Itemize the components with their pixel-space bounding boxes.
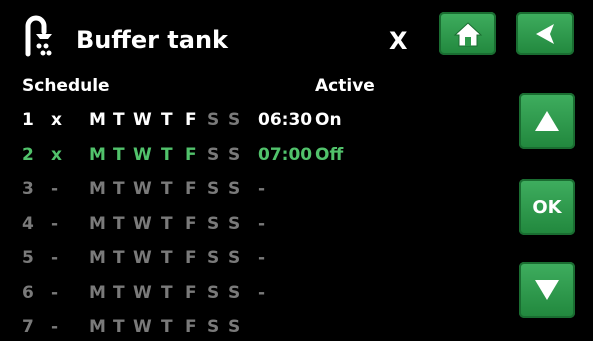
weekday-label: T: [113, 144, 125, 165]
schedule-time: -: [258, 282, 266, 303]
schedule-row[interactable]: 4-MTWTFSS-: [0, 214, 500, 238]
weekday-label: T: [161, 213, 173, 234]
schedule-number: 4: [22, 213, 34, 234]
schedule-enabled-flag: -: [51, 317, 59, 337]
weekday-label: S: [228, 317, 241, 337]
weekday-label: F: [185, 248, 197, 268]
schedule-enabled-flag: -: [51, 179, 59, 199]
schedule-row[interactable]: 3-MTWTFSS-: [0, 179, 500, 203]
weekday-label: T: [113, 282, 125, 303]
schedule-number: 1: [22, 110, 34, 130]
schedule-time: -: [258, 179, 266, 199]
scroll-down-button[interactable]: [519, 262, 575, 318]
weekday-label: F: [185, 317, 197, 337]
schedule-enabled-flag: x: [51, 110, 62, 130]
weekday-label: M: [89, 317, 106, 337]
close-button[interactable]: X: [389, 27, 408, 55]
weekday-label: M: [89, 213, 106, 234]
weekday-label: W: [133, 213, 152, 234]
weekday-label: S: [228, 248, 241, 268]
schedule-enabled-flag: -: [51, 282, 59, 303]
weekday-label: W: [133, 317, 152, 337]
schedule-row[interactable]: 5-MTWTFSS-: [0, 248, 500, 272]
home-icon: [453, 21, 482, 46]
weekday-label: S: [207, 282, 220, 303]
active-column-header: Active: [315, 76, 375, 96]
back-button[interactable]: [516, 12, 574, 55]
schedule-number: 6: [22, 282, 34, 303]
schedule-active-state: Off: [315, 144, 344, 165]
page-title: Buffer tank: [76, 26, 229, 54]
schedule-time: -: [258, 248, 266, 268]
schedule-column-header: Schedule: [22, 76, 110, 96]
schedule-time: -: [258, 213, 266, 234]
weekday-label: T: [113, 110, 125, 130]
weekday-label: M: [89, 179, 106, 199]
schedule-number: 2: [22, 144, 34, 165]
schedule-row[interactable]: 2 x M T W T F S S 07:00 Off: [0, 145, 500, 169]
weekday-label: F: [185, 179, 197, 199]
weekday-label: S: [207, 248, 220, 268]
weekday-label: M: [89, 110, 106, 130]
weekday-label: T: [113, 317, 125, 337]
schedule-number: 3: [22, 179, 34, 199]
weekday-label: W: [133, 179, 152, 199]
schedule-time: 07:00: [258, 144, 313, 165]
weekday-label: S: [228, 213, 241, 234]
weekday-label: W: [133, 282, 152, 303]
weekday-label: M: [89, 144, 106, 165]
schedule-row[interactable]: 7-MTWTFSS: [0, 317, 500, 341]
weekday-label: T: [161, 282, 173, 303]
weekday-label: F: [185, 110, 197, 130]
weekday-label: S: [207, 213, 220, 234]
up-arrow-icon: [535, 111, 559, 131]
weekday-label: T: [113, 213, 125, 234]
weekday-label: S: [207, 317, 220, 337]
ok-button[interactable]: OK: [519, 179, 575, 235]
weekday-label: S: [228, 179, 241, 199]
weekday-label: T: [113, 179, 125, 199]
weekday-label: M: [89, 248, 106, 268]
weekday-label: F: [185, 282, 197, 303]
schedule-number: 7: [22, 317, 34, 337]
weekday-label: F: [185, 213, 197, 234]
schedule-row[interactable]: 6-MTWTFSS-: [0, 283, 500, 307]
down-arrow-icon: [535, 280, 559, 300]
weekday-label: S: [228, 282, 241, 303]
weekday-label: T: [161, 144, 173, 165]
shower-faucet-icon: [22, 14, 62, 60]
weekday-label: T: [161, 179, 173, 199]
weekday-label: T: [161, 317, 173, 337]
back-arrow-icon: [536, 23, 554, 44]
weekday-label: T: [161, 248, 173, 268]
weekday-label: S: [207, 144, 220, 165]
schedule-enabled-flag: -: [51, 248, 59, 268]
weekday-label: W: [133, 110, 152, 130]
weekday-label: S: [207, 110, 220, 130]
schedule-time: 06:30: [258, 110, 313, 130]
schedule-active-state: On: [315, 110, 342, 130]
schedule-number: 5: [22, 248, 34, 268]
weekday-label: S: [228, 110, 241, 130]
schedule-enabled-flag: -: [51, 213, 59, 234]
schedule-row[interactable]: 1 x M T W T F S S 06:30 On: [0, 110, 500, 134]
weekday-label: S: [207, 179, 220, 199]
weekday-label: W: [133, 248, 152, 268]
weekday-label: T: [161, 110, 173, 130]
schedule-enabled-flag: x: [51, 144, 62, 165]
scroll-up-button[interactable]: [519, 93, 575, 149]
weekday-label: M: [89, 282, 106, 303]
weekday-label: W: [133, 144, 152, 165]
weekday-label: T: [113, 248, 125, 268]
home-button[interactable]: [439, 12, 496, 55]
weekday-label: S: [228, 144, 241, 165]
weekday-label: F: [185, 144, 197, 165]
